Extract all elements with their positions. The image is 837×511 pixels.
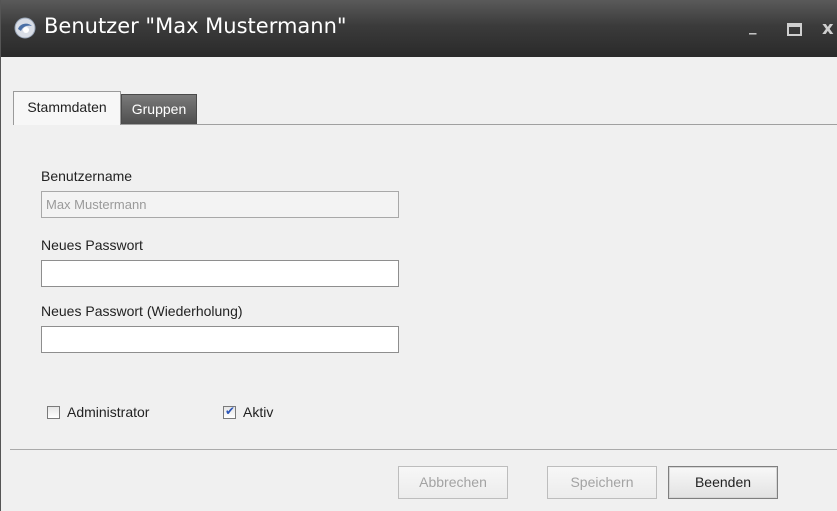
active-checkbox-box[interactable]: ✔ xyxy=(223,403,236,419)
checkmark-icon: ✔ xyxy=(225,403,236,418)
username-label: Benutzername xyxy=(41,168,133,184)
active-label: Aktiv xyxy=(243,404,274,420)
username-field xyxy=(41,191,399,218)
footer-divider xyxy=(10,449,837,450)
maximize-button[interactable] xyxy=(787,22,802,40)
close-button[interactable]: Beenden xyxy=(668,466,778,499)
tab-stammdaten[interactable]: Stammdaten xyxy=(13,91,121,125)
window-title: Benutzer "Max Mustermann" xyxy=(44,14,347,38)
maximize-icon xyxy=(787,23,802,36)
new-password-field[interactable] xyxy=(41,260,399,287)
close-window-button[interactable]: x xyxy=(822,18,834,39)
tab-strip: Stammdaten Gruppen xyxy=(13,91,837,125)
app-logo-icon xyxy=(14,17,36,39)
administrator-label: Administrator xyxy=(67,404,150,420)
cancel-button[interactable]: Abbrechen xyxy=(398,466,508,499)
new-password-label: Neues Passwort xyxy=(41,237,143,253)
administrator-checkbox-box[interactable] xyxy=(47,405,60,419)
tab-divider xyxy=(13,124,837,125)
administrator-checkbox[interactable]: Administrator xyxy=(47,404,149,420)
minimize-button[interactable]: _ xyxy=(749,17,757,35)
title-bar[interactable]: Benutzer "Max Mustermann" _ x xyxy=(1,0,837,57)
save-button[interactable]: Speichern xyxy=(547,466,657,499)
user-dialog-window: Benutzer "Max Mustermann" _ x Stammdaten… xyxy=(0,0,837,511)
new-password-repeat-label: Neues Passwort (Wiederholung) xyxy=(41,303,243,319)
new-password-repeat-field[interactable] xyxy=(41,326,399,353)
active-checkbox[interactable]: ✔ Aktiv xyxy=(223,404,273,420)
tab-gruppen[interactable]: Gruppen xyxy=(121,94,197,124)
